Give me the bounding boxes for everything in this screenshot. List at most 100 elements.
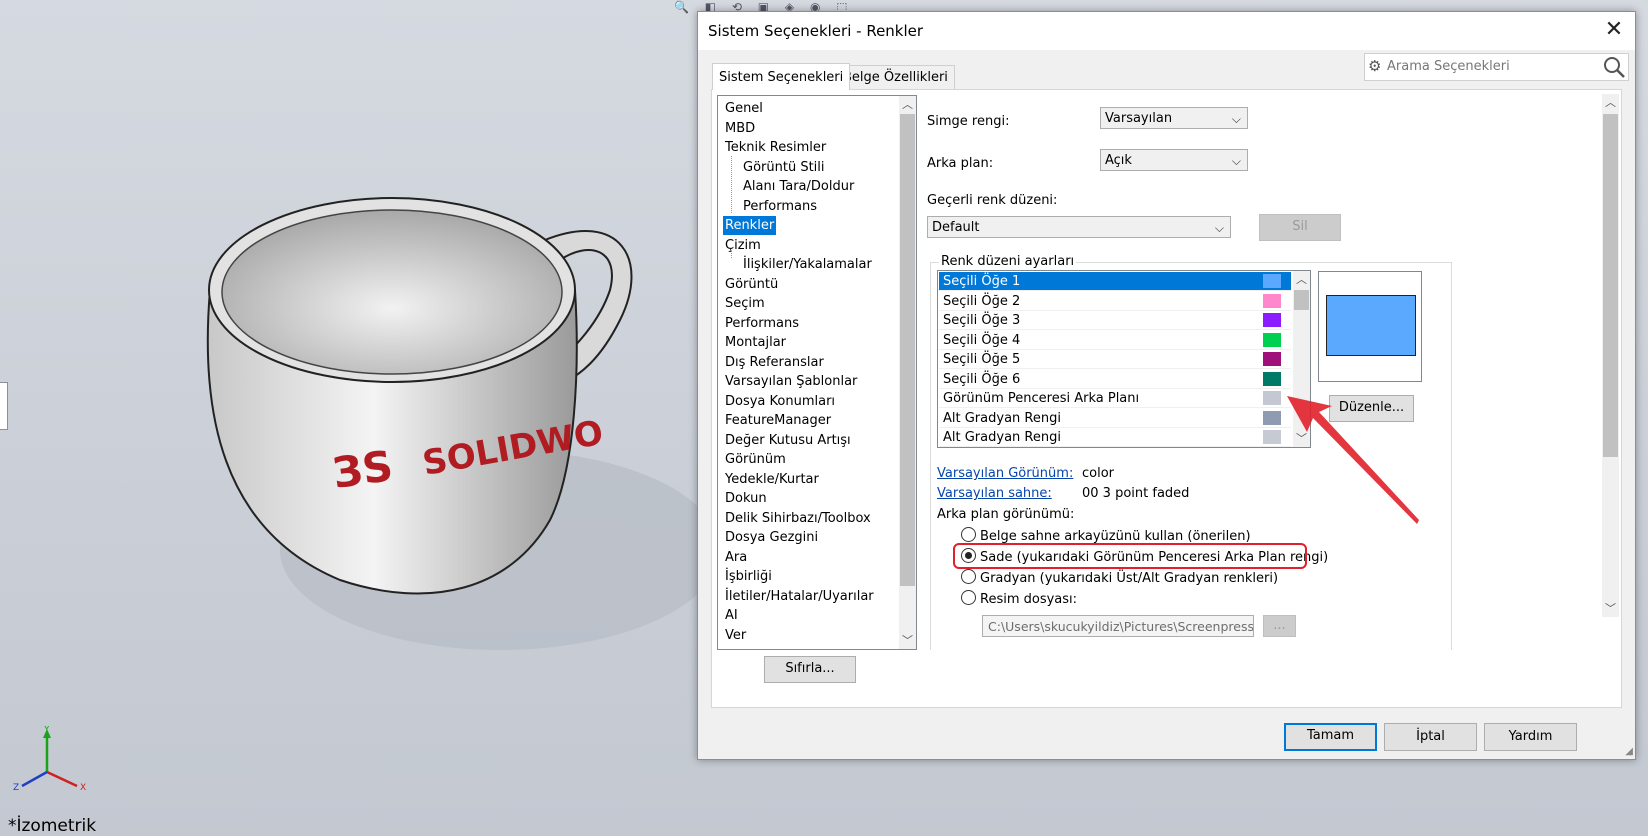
color-swatch — [1263, 391, 1281, 405]
radio-gradient[interactable]: Gradyan (yukarıdaki Üst/Alt Gradyan renk… — [961, 569, 1278, 587]
page-scroll-thumb[interactable] — [1603, 114, 1618, 457]
color-list-item[interactable]: Seçili Öğe 5 — [939, 350, 1291, 369]
tree-item[interactable]: Dokun — [723, 489, 769, 508]
tree-item[interactable]: Dosya Konumları — [723, 392, 837, 411]
tree-item[interactable]: Ver — [723, 626, 748, 645]
tab-document-properties[interactable]: Belge Özellikleri — [836, 65, 955, 90]
scroll-down-icon[interactable]: ﹀ — [899, 632, 916, 649]
radio-label: Belge sahne arkayüzünü kullan (önerilen) — [980, 529, 1251, 544]
tree-item[interactable]: Genel — [723, 99, 765, 118]
colors-page: Simge rengi: Varsayılan ⌵ Arka plan: Açı… — [927, 94, 1617, 650]
tree-scroll-thumb[interactable] — [900, 114, 915, 586]
radio-label: Resim dosyası: — [980, 592, 1078, 607]
dialog-title-bar[interactable]: Sistem Seçenekleri - Renkler ✕ — [698, 12, 1635, 50]
search-input[interactable]: ⚙ Arama Seçenekleri — [1364, 53, 1629, 81]
tree-item[interactable]: Montajlar — [723, 333, 788, 352]
color-list-item[interactable]: Görünüm Penceresi Arka Planı — [939, 389, 1291, 408]
reset-button[interactable]: Sıfırla... — [764, 656, 856, 683]
tree-item[interactable]: Alanı Tara/Doldur — [741, 177, 856, 196]
tree-scrollbar[interactable]: ︿ ﹀ — [899, 96, 916, 649]
color-list-item[interactable]: Alt Gradyan Rengi — [939, 428, 1291, 447]
scroll-up-icon[interactable]: ︿ — [1293, 271, 1310, 288]
tree-item[interactable]: Teknik Resimler — [723, 138, 828, 157]
scroll-up-icon[interactable]: ︿ — [899, 96, 916, 113]
left-panel-toggle[interactable] — [0, 382, 8, 430]
gear-icon[interactable]: ⚙ — [1368, 57, 1381, 75]
chevron-down-icon: ⌵ — [1214, 221, 1224, 235]
cancel-button[interactable]: İptal — [1384, 723, 1477, 751]
color-list-item[interactable]: Alt Gradyan Rengi — [939, 409, 1291, 428]
icon-color-value: Varsayılan — [1105, 111, 1173, 126]
tree-item[interactable]: İletiler/Hatalar/Uyarılar — [723, 587, 876, 606]
tree-item[interactable]: Dosya Gezgini — [723, 528, 820, 547]
color-list-scrollbar[interactable]: ︿ ﹀ — [1293, 271, 1310, 447]
tree-item[interactable]: MBD — [723, 119, 757, 138]
tree-item[interactable]: Görüntü Stili — [741, 158, 827, 177]
search-icon[interactable] — [1602, 55, 1626, 79]
tree-item[interactable]: Görünüm — [723, 450, 788, 469]
tree-item[interactable]: FeatureManager — [723, 411, 833, 430]
tree-item[interactable]: Dış Referanslar — [723, 353, 826, 372]
chevron-down-icon: ⌵ — [1231, 112, 1241, 126]
edit-color-button[interactable]: Düzenle... — [1329, 395, 1414, 422]
tree-item[interactable]: Görüntü — [723, 275, 780, 294]
page-scrollbar[interactable]: ︿ ﹀ — [1602, 94, 1619, 617]
delete-scheme-button[interactable]: Sil — [1259, 214, 1341, 241]
tree-item[interactable]: Çizim — [723, 236, 763, 255]
tree-item[interactable]: Performans — [741, 197, 819, 216]
browse-button[interactable]: ... — [1263, 615, 1296, 637]
tree-item[interactable]: AI — [723, 606, 740, 625]
tree-item[interactable]: Değer Kutusu Artışı — [723, 431, 853, 450]
system-options-dialog: Sistem Seçenekleri - Renkler ✕ ⚙ Arama S… — [697, 11, 1636, 760]
tree-item[interactable]: Performans — [723, 314, 801, 333]
background-value: Açık — [1105, 153, 1132, 168]
color-list-item[interactable]: Seçili Öğe 2 — [939, 292, 1291, 311]
background-select[interactable]: Açık ⌵ — [1100, 149, 1248, 171]
resize-grip-icon[interactable]: ◢ — [1625, 746, 1633, 757]
tree-item[interactable]: Varsayılan Şablonlar — [723, 372, 859, 391]
color-list-item[interactable]: Seçili Öğe 4 — [939, 331, 1291, 350]
help-button[interactable]: Yardım — [1484, 723, 1577, 751]
image-path-field[interactable]: C:\Users\skucukyildiz\Pictures\Screenpre… — [982, 615, 1254, 637]
tab-system-options[interactable]: Sistem Seçenekleri — [712, 63, 851, 90]
tree-item[interactable]: İşbirliği — [723, 567, 774, 586]
options-tree[interactable]: Genel MBD Teknik Resimler Görüntü Stili Alan… — [717, 95, 917, 650]
color-list-scroll-thumb[interactable] — [1294, 290, 1309, 310]
chevron-down-icon: ⌵ — [1231, 154, 1241, 168]
tree-item[interactable]: Renkler — [723, 216, 777, 235]
close-button[interactable]: ✕ — [1601, 18, 1627, 44]
scroll-down-icon[interactable]: ﹀ — [1293, 430, 1310, 447]
icon-color-select[interactable]: Varsayılan ⌵ — [1100, 107, 1248, 129]
icon-color-label: Simge rengi: — [927, 114, 1010, 129]
radio-button[interactable] — [961, 569, 976, 584]
radio-button[interactable] — [961, 590, 976, 605]
scheme-select[interactable]: Default ⌵ — [927, 216, 1231, 238]
tree-item[interactable]: İlişkiler/Yakalamalar — [741, 255, 874, 274]
tree-item[interactable]: Ara — [723, 548, 749, 567]
tree-item[interactable]: Seçim — [723, 294, 767, 313]
default-appearance-link[interactable]: Varsayılan Görünüm: — [937, 466, 1073, 481]
radio-image-file[interactable]: Resim dosyası: — [961, 590, 1077, 608]
color-swatch — [1263, 274, 1281, 288]
color-list-item[interactable]: Seçili Öğe 6 — [939, 370, 1291, 389]
mug-model[interactable]: ЗS SOLIDWO — [180, 190, 700, 660]
scroll-down-icon[interactable]: ﹀ — [1602, 600, 1619, 617]
tree-item[interactable]: Yedekle/Kurtar — [723, 470, 821, 489]
color-swatch — [1263, 293, 1281, 308]
default-scene-link[interactable]: Varsayılan sahne: — [937, 486, 1052, 501]
scroll-up-icon[interactable]: ︿ — [1602, 94, 1619, 111]
color-items-list[interactable]: Seçili Öğe 1 Seçili Öğe 2 Seçili Öğe 3 Seçi… — [937, 270, 1311, 448]
color-item-label: Seçili Öğe 4 — [943, 332, 1021, 348]
color-list-item[interactable]: Seçili Öğe 3 — [939, 311, 1291, 330]
color-swatch — [1263, 332, 1281, 347]
color-list-item[interactable]: Seçili Öğe 1 — [939, 272, 1291, 291]
annotation-highlight — [953, 543, 1307, 569]
tree-item[interactable]: Delik Sihirbazı/Toolbox — [723, 509, 873, 528]
color-item-label: Seçili Öğe 1 — [943, 274, 1021, 289]
radio-button[interactable] — [961, 527, 976, 542]
tree-connector — [731, 251, 739, 258]
triad-y-label: Y — [43, 726, 50, 735]
ok-button[interactable]: Tamam — [1284, 723, 1377, 751]
bg-appearance-label: Arka plan görünümü: — [937, 507, 1075, 522]
color-swatch — [1263, 352, 1281, 366]
